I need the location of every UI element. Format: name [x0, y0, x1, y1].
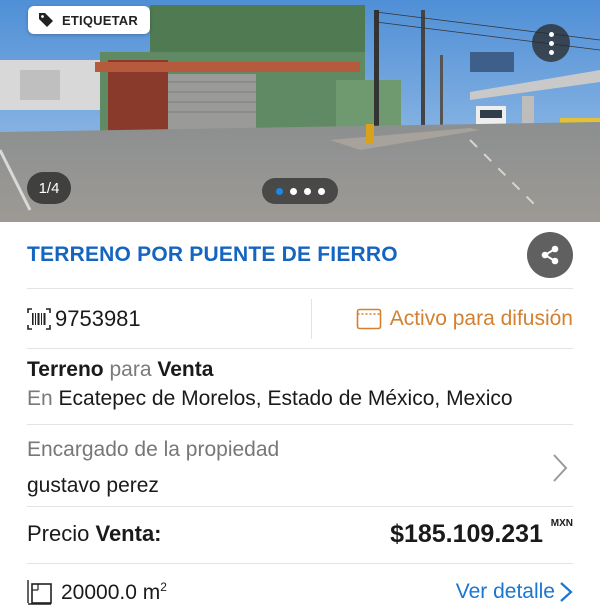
- tag-button[interactable]: ETIQUETAR: [28, 6, 150, 34]
- carousel-dot[interactable]: [275, 187, 283, 195]
- listing-status: Activo para difusión: [389, 307, 573, 330]
- share-button[interactable]: [527, 232, 573, 278]
- agent-row[interactable]: Encargado de la propiedad gustavo perez: [27, 434, 573, 504]
- divider: [27, 424, 573, 425]
- property-type: Terreno: [27, 358, 104, 381]
- chevron-right-icon: [560, 582, 573, 602]
- divider: [27, 288, 573, 289]
- price-label: Precio Venta:: [27, 521, 162, 547]
- agent-name: gustavo perez: [27, 474, 159, 497]
- listing-title: TERRENO POR PUENTE DE FIERRO: [27, 243, 398, 266]
- carousel-dots[interactable]: [262, 178, 338, 204]
- area-row: 20000.0 m2 Ver detalle: [27, 576, 573, 608]
- price-amount: $185.109.231: [390, 519, 543, 548]
- carousel-dot[interactable]: [303, 187, 311, 195]
- location-line: En Ecatepec de Morelos, Estado de México…: [27, 387, 513, 411]
- view-details-link[interactable]: Ver detalle: [456, 580, 573, 604]
- divider: [27, 563, 573, 564]
- barcode-icon: [27, 308, 51, 330]
- property-type-line: Terreno para Venta: [27, 358, 213, 382]
- listing-id: 9753981: [55, 306, 141, 331]
- area-unit-exponent: 2: [160, 579, 167, 594]
- more-options-button[interactable]: [532, 24, 570, 62]
- operation-type: Venta: [157, 358, 214, 381]
- id-status-row: 9753981 Activo para difusión: [27, 298, 573, 340]
- carousel-dot[interactable]: [289, 187, 297, 195]
- share-icon: [541, 245, 559, 265]
- tag-icon: [39, 13, 53, 27]
- tag-button-label: ETIQUETAR: [62, 12, 138, 28]
- carousel-dot[interactable]: [317, 187, 325, 195]
- photo-counter: 1/4: [27, 172, 71, 204]
- location-prefix: En: [27, 387, 53, 410]
- type-connector: para: [109, 358, 152, 381]
- price-value: $185.109.231 MXN: [390, 517, 573, 549]
- price-row: Precio Venta: $185.109.231 MXN: [27, 514, 573, 554]
- chevron-right-icon: [553, 454, 568, 482]
- price-operation: Venta:: [95, 521, 162, 546]
- more-vertical-icon: [548, 31, 554, 37]
- price-label-text: Precio: [27, 521, 90, 546]
- view-details-label: Ver detalle: [455, 580, 555, 603]
- area-value: 20000.0 m2: [61, 580, 167, 605]
- calendar-icon: [356, 308, 382, 330]
- title-row: TERRENO POR PUENTE DE FIERRO: [27, 232, 573, 278]
- area-icon: [27, 580, 52, 605]
- location: Ecatepec de Morelos, Estado de México, M…: [58, 387, 513, 410]
- divider: [27, 348, 573, 349]
- property-photo[interactable]: ETIQUETAR 1/4: [0, 0, 600, 222]
- divider: [27, 506, 573, 507]
- area-number: 20000.0 m: [61, 580, 161, 604]
- currency: MXN: [550, 517, 573, 529]
- agent-label: Encargado de la propiedad: [27, 438, 280, 461]
